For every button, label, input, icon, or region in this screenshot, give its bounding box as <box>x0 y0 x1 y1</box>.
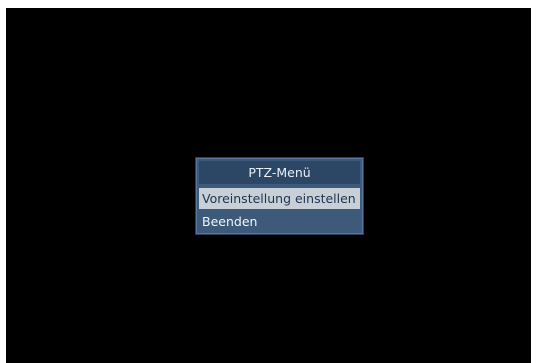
video-screen: PTZ-Menü Voreinstellung einstellen Beend… <box>6 8 531 363</box>
menu-item-beenden[interactable]: Beenden <box>199 211 360 232</box>
menu-item-voreinstellung-einstellen[interactable]: Voreinstellung einstellen <box>199 188 360 209</box>
menu-title: PTZ-Menü <box>199 161 360 184</box>
ptz-menu: PTZ-Menü Voreinstellung einstellen Beend… <box>195 157 364 235</box>
